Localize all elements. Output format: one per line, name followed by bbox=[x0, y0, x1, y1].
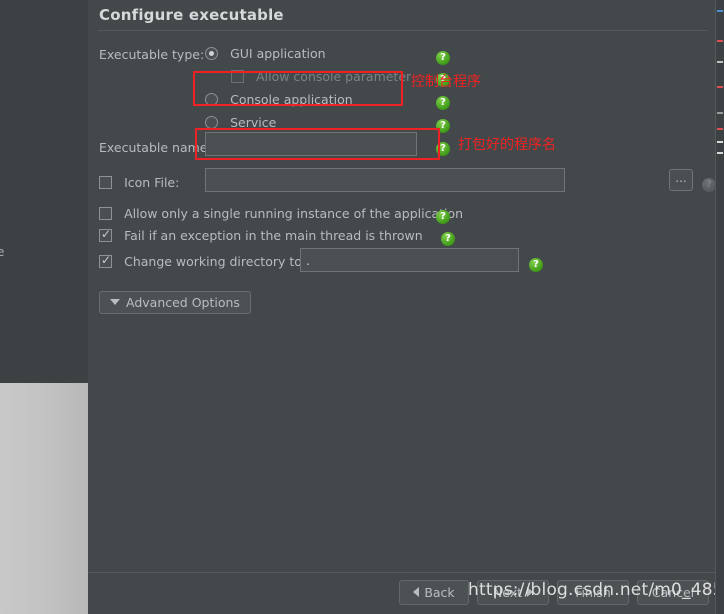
fail-on-exception-label: Fail if an exception in the main thread … bbox=[124, 228, 423, 243]
help-icon-file: ? bbox=[702, 172, 716, 192]
marker-change bbox=[717, 152, 723, 154]
configure-executable-dialog: Configure executable Executable type: GU… bbox=[88, 0, 716, 614]
header-divider bbox=[98, 30, 708, 31]
checkbox-allow-console-parameter: Allow console parameter bbox=[231, 66, 411, 85]
fail-on-exception-checkbox[interactable] bbox=[99, 227, 112, 242]
working-directory-input[interactable]: . bbox=[300, 248, 519, 272]
single-instance-checkbox[interactable] bbox=[99, 207, 112, 220]
help-single-instance[interactable]: ? bbox=[436, 204, 450, 224]
help-service[interactable]: ? bbox=[436, 113, 450, 133]
marker-change bbox=[717, 112, 723, 114]
radio-console-application-button[interactable] bbox=[205, 93, 218, 106]
page-title: Configure executable bbox=[99, 6, 284, 24]
help-console-application[interactable]: ? bbox=[436, 90, 450, 110]
help-fail-on-exception[interactable]: ? bbox=[441, 226, 455, 246]
marker-change bbox=[717, 141, 723, 143]
checkbox-icon-file[interactable]: Icon File: bbox=[99, 172, 179, 191]
radio-gui-application-label: GUI application bbox=[230, 46, 326, 61]
footer-divider bbox=[88, 572, 716, 573]
icon-file-checkbox[interactable] bbox=[99, 176, 112, 189]
radio-gui-application[interactable]: GUI application bbox=[205, 43, 326, 62]
icon-file-browse-button[interactable]: ... bbox=[669, 169, 693, 191]
executable-name-input[interactable] bbox=[205, 132, 417, 156]
exe4j-brand-panel: exe4j bbox=[0, 383, 89, 614]
back-button-label: Back bbox=[424, 585, 455, 600]
help-executable-name[interactable]: ? bbox=[436, 136, 450, 156]
chevron-left-icon bbox=[413, 587, 420, 597]
marker-info bbox=[717, 10, 723, 12]
chevron-down-icon bbox=[110, 299, 120, 305]
sidebar-item-5[interactable]: table bbox=[0, 245, 4, 259]
site-watermark: https://blog.csdn.net/m0_48586906 bbox=[468, 580, 724, 600]
help-working-directory[interactable]: ? bbox=[529, 252, 543, 272]
radio-gui-application-button[interactable] bbox=[205, 47, 218, 60]
help-icon[interactable]: ? bbox=[436, 119, 450, 133]
executable-type-label-wrap: Executable type: bbox=[99, 44, 204, 63]
checkbox-fail-on-exception[interactable]: Fail if an exception in the main thread … bbox=[99, 225, 423, 244]
icon-file-label: Icon File: bbox=[124, 175, 180, 190]
advanced-options-label: Advanced Options bbox=[126, 295, 240, 310]
advanced-options-button[interactable]: Advanced Options bbox=[99, 291, 251, 314]
checkbox-single-instance[interactable]: Allow only a single running instance of … bbox=[99, 203, 463, 222]
help-icon[interactable]: ? bbox=[436, 210, 450, 224]
ide-sidebar: o o ns oit ons table bbox=[0, 0, 89, 383]
back-button[interactable]: Back bbox=[399, 580, 469, 605]
working-directory-checkbox[interactable] bbox=[99, 253, 112, 268]
marker-error bbox=[717, 40, 723, 42]
help-icon[interactable]: ? bbox=[436, 96, 450, 110]
allow-console-parameter-label: Allow console parameter bbox=[256, 69, 412, 84]
icon-file-input[interactable] bbox=[205, 168, 565, 192]
marker-error bbox=[717, 128, 723, 130]
executable-name-label-wrap: Executable name: bbox=[99, 137, 212, 156]
help-icon[interactable]: ? bbox=[436, 51, 450, 65]
working-directory-label: Change working directory to: bbox=[124, 254, 307, 269]
marker-error bbox=[717, 86, 723, 88]
editor-marker-strip[interactable] bbox=[715, 0, 724, 614]
help-icon[interactable]: ? bbox=[441, 232, 455, 246]
marker-change bbox=[717, 61, 723, 63]
radio-service-label: Service bbox=[230, 115, 277, 130]
radio-console-application-label: Console application bbox=[230, 92, 353, 107]
executable-name-label: Executable name: bbox=[99, 140, 212, 155]
screenshot-root: o o ns oit ons table exe4j Configure exe… bbox=[0, 0, 724, 614]
checkbox-working-directory[interactable]: Change working directory to: bbox=[99, 251, 306, 270]
radio-service[interactable]: Service bbox=[205, 112, 276, 131]
help-icon: ? bbox=[702, 178, 716, 192]
single-instance-label: Allow only a single running instance of … bbox=[124, 206, 464, 221]
radio-console-application[interactable]: Console application bbox=[205, 89, 353, 108]
help-gui-application[interactable]: ? bbox=[436, 45, 450, 65]
help-icon[interactable]: ? bbox=[529, 258, 543, 272]
allow-console-parameter-box bbox=[231, 70, 244, 83]
executable-type-label: Executable type: bbox=[99, 47, 205, 62]
dialog-header: Configure executable bbox=[88, 0, 716, 33]
radio-service-button[interactable] bbox=[205, 116, 218, 129]
annotation-text-console-application: 控制台程序 bbox=[411, 74, 481, 90]
help-icon[interactable]: ? bbox=[436, 142, 450, 156]
annotation-text-executable-name: 打包好的程序名 bbox=[458, 137, 556, 153]
